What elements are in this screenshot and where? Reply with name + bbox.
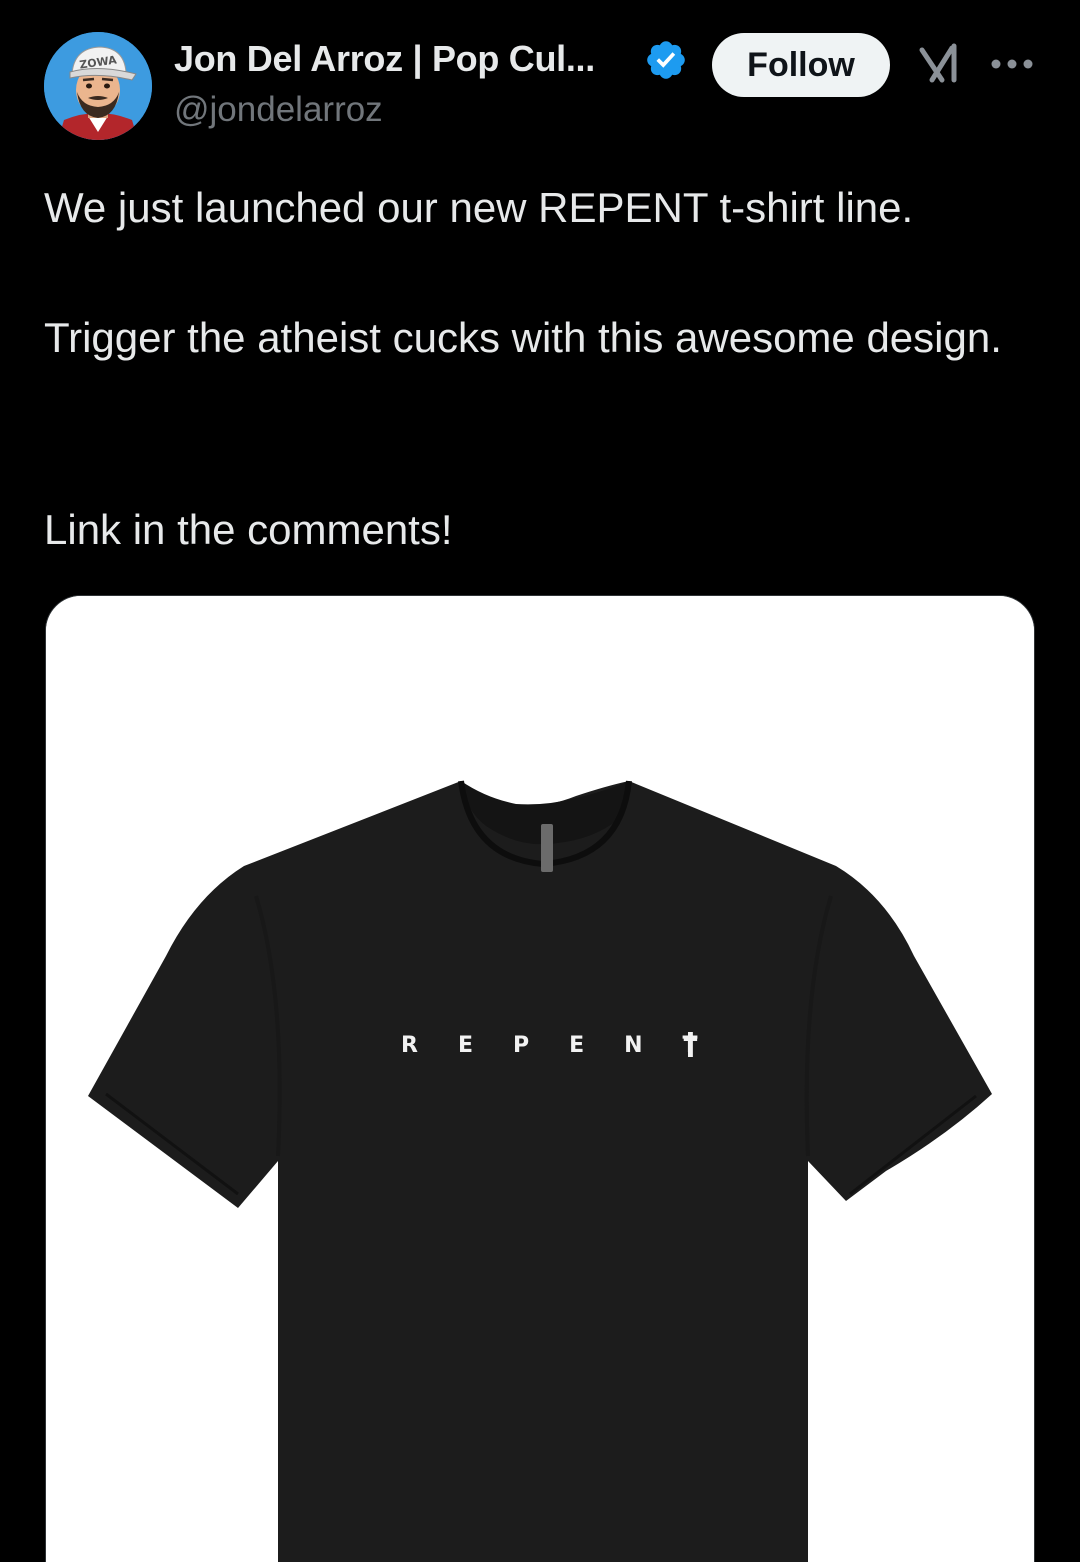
verified-badge-icon[interactable]	[644, 38, 688, 82]
tshirt-image: REPENT †	[46, 596, 1034, 1562]
author-handle[interactable]: @jondelarroz	[174, 90, 383, 130]
avatar-cartoon-man-cap-icon: ZOWA	[44, 32, 152, 140]
tweet-media-image[interactable]: REPENT †	[45, 595, 1035, 1562]
tweet-text-paragraph: We just launched our new REPENT t-shirt …	[44, 184, 914, 231]
follow-button[interactable]: Follow	[712, 33, 890, 97]
tweet-text-paragraph: Link in the comments!	[44, 506, 453, 553]
author-display-name[interactable]: Jon Del Arroz | Pop Cul...	[174, 38, 595, 80]
tweet-text-paragraph: Trigger the atheist cucks with this awes…	[44, 314, 1002, 361]
shirt-print-cross-icon: †	[683, 1027, 698, 1062]
more-dots-icon[interactable]	[990, 56, 1034, 72]
post-container: ZOWA Jon Del Arroz | Pop Cul... @jondela…	[0, 0, 1080, 1562]
grok-icon[interactable]	[916, 40, 962, 86]
author-avatar[interactable]: ZOWA	[44, 32, 152, 140]
